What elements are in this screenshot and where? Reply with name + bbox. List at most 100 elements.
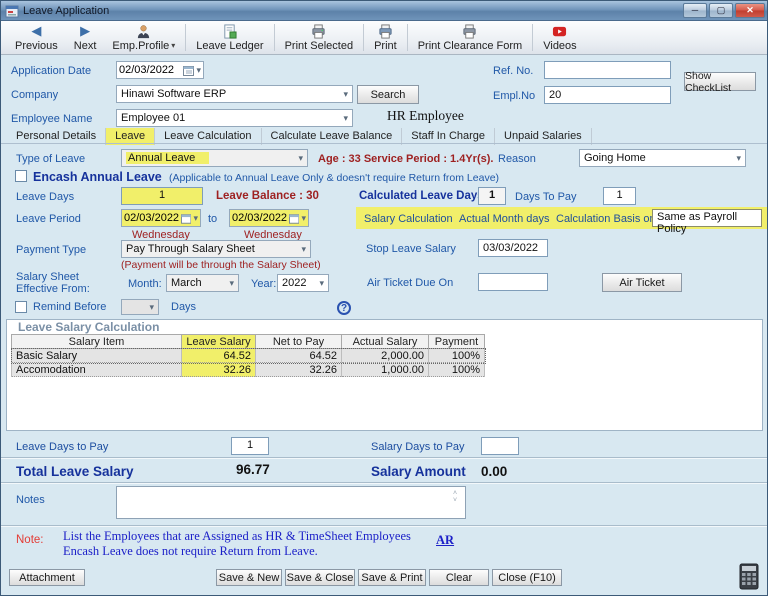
payment-type-dropdown-icon: ▾ — [301, 244, 306, 255]
notes-scroll-arrows[interactable]: ˄˅ — [453, 490, 457, 504]
salary-days-to-pay-input[interactable] — [481, 437, 519, 455]
cell-payment: 100% — [429, 349, 485, 363]
print-button[interactable]: Print — [366, 21, 405, 54]
type-of-leave-label: Type of Leave — [16, 153, 85, 165]
month-label: Month: — [128, 278, 162, 290]
col-leave-salary[interactable]: Leave Salary — [182, 335, 256, 349]
employee-name-select[interactable]: Employee 01 ▾ — [116, 109, 353, 127]
leave-ledger-button[interactable]: Leave Ledger — [188, 21, 271, 54]
col-salary-item[interactable]: Salary Item — [12, 335, 182, 349]
air-ticket-button[interactable]: Air Ticket — [602, 273, 682, 292]
remind-days-dropdown-icon: ▾ — [149, 302, 154, 313]
encash-hint-text: (Applicable to Annual Leave Only & doesn… — [169, 172, 499, 184]
notes-textarea[interactable] — [116, 486, 466, 519]
table-row[interactable]: Accomodation 32.26 32.26 1,000.00 100% — [12, 363, 485, 377]
note-label: Note: — [16, 534, 44, 546]
save-new-button[interactable]: Save & New — [216, 569, 282, 586]
scroll-down-icon[interactable]: ˅ — [453, 497, 457, 504]
air-ticket-due-label: Air Ticket Due On — [367, 277, 453, 289]
ar-link[interactable]: AR — [436, 533, 454, 548]
toolbar: ◀ Previous ▶ Next Emp.Profile ▾ — [1, 21, 768, 55]
remind-before-label: Remind Before — [33, 301, 106, 313]
help-icon[interactable]: ? — [337, 301, 351, 315]
divider — [1, 457, 768, 459]
remind-before-checkbox[interactable] — [15, 301, 27, 313]
previous-button[interactable]: ◀ Previous — [7, 21, 66, 54]
ref-no-input[interactable] — [544, 61, 671, 79]
encash-annual-leave-checkbox[interactable] — [15, 170, 27, 182]
calculator-icon[interactable] — [739, 563, 759, 590]
col-actual-salary[interactable]: Actual Salary — [342, 335, 429, 349]
leave-period-from-dropdown-icon[interactable]: ▾ — [193, 213, 198, 224]
payment-type-label: Payment Type — [16, 244, 86, 256]
toolbar-separator — [274, 24, 275, 51]
to-label: to — [208, 213, 217, 225]
encash-annual-leave-label: Encash Annual Leave — [33, 170, 162, 184]
leave-period-to-field[interactable]: 02/03/2022 ▾ — [229, 209, 309, 227]
clear-button[interactable]: Clear — [429, 569, 489, 586]
calculated-leave-days-input[interactable]: 1 — [478, 187, 506, 205]
calculated-leave-days-label: Calculated Leave Days — [359, 190, 484, 202]
emp-profile-label: Emp.Profile — [112, 40, 169, 52]
empl-no-label: Empl.No — [493, 90, 535, 102]
scroll-up-icon[interactable]: ˄ — [453, 490, 457, 497]
leave-salary-calculation-title: Leave Salary Calculation — [15, 320, 162, 334]
reason-select[interactable]: Going Home ▾ — [579, 149, 746, 167]
save-close-button[interactable]: Save & Close — [285, 569, 355, 586]
leave-period-to-value: 02/03/2022 — [232, 212, 287, 224]
calculation-basis-value[interactable]: Same as Payroll Policy — [652, 209, 762, 227]
application-date-field[interactable]: 02/03/2022 ▾ — [116, 61, 204, 79]
emp-profile-dropdown-icon[interactable]: ▾ — [171, 41, 175, 50]
reason-value: Going Home — [584, 152, 736, 164]
toolbar-separator — [185, 24, 186, 51]
videos-button[interactable]: Videos — [535, 21, 584, 54]
videos-icon — [552, 24, 567, 39]
days-to-pay-input[interactable]: 1 — [603, 187, 636, 205]
close-button[interactable]: ✕ — [735, 3, 765, 18]
cell-salary-item: Accomodation — [12, 363, 182, 377]
close-f10-button[interactable]: Close (F10) — [492, 569, 562, 586]
leave-period-to-dropdown-icon[interactable]: ▾ — [301, 213, 306, 224]
show-checklist-button[interactable]: Show CheckList — [684, 72, 756, 91]
remind-days-select[interactable]: ▾ — [121, 299, 159, 315]
leave-period-from-value: 02/03/2022 — [124, 212, 179, 224]
application-date-dropdown-icon[interactable]: ▾ — [196, 65, 201, 76]
next-button[interactable]: ▶ Next — [66, 21, 105, 54]
emp-profile-button[interactable]: Emp.Profile ▾ — [104, 21, 183, 54]
leave-days-to-pay-label: Leave Days to Pay — [16, 441, 108, 453]
save-print-button[interactable]: Save & Print — [358, 569, 426, 586]
month-select[interactable]: March ▾ — [166, 274, 239, 292]
employee-profile-icon — [136, 24, 151, 39]
table-row[interactable]: Basic Salary 64.52 64.52 2,000.00 100% — [12, 349, 485, 363]
year-select[interactable]: 2022 ▾ — [277, 274, 329, 292]
cell-payment: 100% — [429, 363, 485, 377]
minimize-button[interactable]: ─ — [683, 3, 707, 18]
attachment-button[interactable]: Attachment — [9, 569, 85, 586]
stop-leave-salary-label: Stop Leave Salary — [366, 243, 456, 255]
leave-days-to-pay-input[interactable]: 1 — [231, 437, 269, 455]
company-dropdown-icon: ▾ — [343, 89, 348, 100]
leave-days-input[interactable]: 1 — [121, 187, 203, 205]
print-clearance-form-icon — [462, 24, 477, 39]
maximize-button[interactable]: ▢ — [709, 3, 733, 18]
print-selected-button[interactable]: Print Selected — [277, 21, 361, 54]
application-date-value: 02/03/2022 — [119, 64, 181, 76]
employee-role-text: HR Employee — [387, 108, 464, 124]
print-clearance-form-button[interactable]: Print Clearance Form — [410, 21, 531, 54]
table-header-row: Salary Item Leave Salary Net to Pay Actu… — [12, 335, 485, 349]
leave-period-label: Leave Period — [16, 213, 81, 225]
type-of-leave-select[interactable]: Annual Leave ▾ — [121, 149, 308, 167]
calendar-icon — [181, 213, 191, 224]
payment-type-select[interactable]: Pay Through Salary Sheet ▾ — [121, 240, 311, 258]
col-payment[interactable]: Payment — [429, 335, 485, 349]
company-select[interactable]: Hinawi Software ERP ▾ — [116, 85, 353, 103]
air-ticket-due-input[interactable] — [478, 273, 548, 291]
search-button[interactable]: Search — [357, 85, 419, 104]
leave-ledger-icon — [222, 24, 237, 39]
col-net-to-pay[interactable]: Net to Pay — [256, 335, 342, 349]
application-date-label: Application Date — [11, 65, 91, 77]
leave-period-from-field[interactable]: 02/03/2022 ▾ — [121, 209, 201, 227]
stop-leave-salary-input[interactable] — [478, 239, 548, 257]
empl-no-input[interactable] — [544, 86, 671, 104]
age-service-text: Age : 33 Service Period : 1.4Yr(s). — [318, 153, 493, 165]
